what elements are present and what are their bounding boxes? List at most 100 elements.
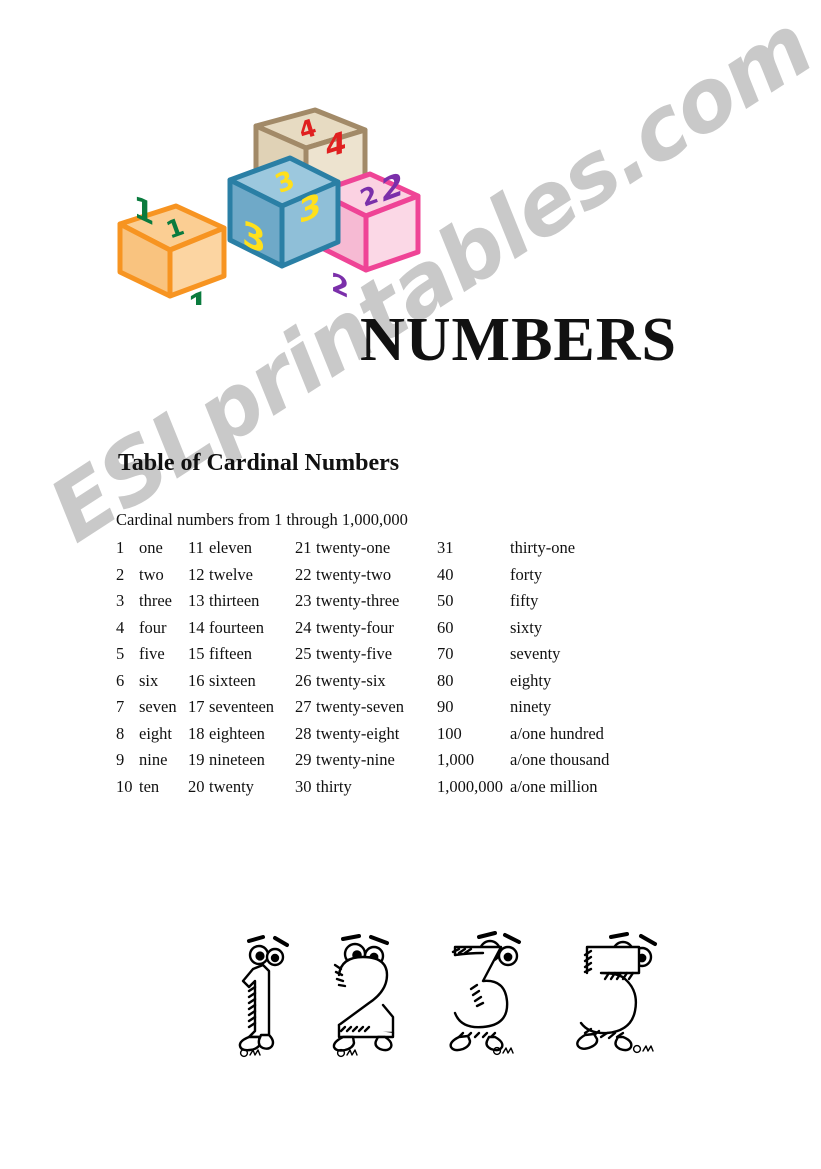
cell-word: nine — [139, 750, 168, 769]
cell-word: seventeen — [209, 697, 275, 716]
table-row: 2 two 12 twelve 22 twenty-two 40 forty — [116, 565, 670, 592]
cell-number: 21 — [295, 538, 312, 557]
cell-number: 14 — [188, 617, 205, 637]
cell-word: twenty — [209, 776, 254, 796]
cardinal-numbers-table-wrap: Cardinal numbers from 1 through 1,000,00… — [116, 510, 670, 803]
cell-number: 5 — [116, 644, 125, 663]
cell-number: 25 — [295, 644, 312, 663]
cell-number: 15 — [188, 644, 205, 663]
cell-number: 28 — [295, 723, 312, 743]
cell-number: 7 — [116, 697, 125, 716]
cell-word: twenty-seven — [316, 697, 404, 716]
table-row: 3 three 13 thirteen 23 twenty-three 50 f… — [116, 591, 670, 618]
cell-number: 1,000 — [437, 750, 475, 769]
cell-number: 50 — [437, 591, 454, 610]
cell-number: 8 — [116, 723, 125, 743]
cell-word: thirteen — [209, 591, 260, 610]
cell-number: 80 — [437, 670, 454, 690]
cell-number: 30 — [295, 776, 312, 796]
cell-word: twenty-four — [316, 617, 394, 637]
cell-word: sixty — [510, 617, 543, 637]
cell-word: twenty-eight — [316, 723, 400, 743]
cell-number: 6 — [116, 670, 125, 690]
cell-word: one — [139, 538, 163, 557]
cell-word: twenty-one — [316, 538, 391, 557]
cell-word: ten — [139, 776, 160, 796]
cell-number: 100 — [437, 723, 462, 743]
cell-number: 10 — [116, 776, 133, 796]
table-row: 8 eight 18 eighteen 28 twenty-eight 100 … — [116, 724, 670, 751]
cell-word: two — [139, 564, 164, 584]
cartoon-number-1-icon — [225, 925, 320, 1060]
cartoon-number-2-icon — [317, 925, 422, 1060]
table-row: 10 ten 20 twenty 30 thirty 1,000,000 a/o… — [116, 777, 670, 804]
cell-number: 19 — [188, 750, 205, 769]
table-row: 5 five 15 fifteen 25 twenty-five 70 seve… — [116, 644, 670, 671]
cartoon-number-3-icon — [433, 925, 538, 1060]
table-intro-line: Cardinal numbers from 1 through 1,000,00… — [116, 510, 408, 529]
cell-word: fourteen — [209, 617, 264, 637]
cell-number: 20 — [188, 776, 205, 796]
cell-word: a/one million — [510, 776, 598, 796]
cell-word: eighty — [510, 670, 552, 690]
cell-word: thirty — [316, 776, 352, 796]
cell-number: 1 — [116, 538, 125, 557]
cartoon-number-figures — [205, 925, 665, 1060]
cell-word: eighteen — [209, 723, 265, 743]
table-row: 4 four 14 fourteen 24 twenty-four 60 six… — [116, 618, 670, 645]
cell-number: 11 — [188, 538, 204, 557]
cell-number: 4 — [116, 617, 125, 637]
cell-word: twenty-five — [316, 644, 393, 663]
cell-number: 31 — [437, 538, 454, 557]
cell-number: 40 — [437, 564, 454, 584]
cell-number: 22 — [295, 564, 312, 584]
cell-word: six — [139, 670, 159, 690]
cell-number: 13 — [188, 591, 205, 610]
table-row: 6 six 16 sixteen 26 twenty-six 80 eighty — [116, 671, 670, 698]
cell-word: three — [139, 591, 172, 610]
cartoon-number-5-icon — [565, 925, 675, 1060]
cell-number: 23 — [295, 591, 312, 610]
cell-word: eleven — [209, 538, 253, 557]
cell-number: 26 — [295, 670, 312, 690]
svg-text:2: 2 — [331, 267, 349, 305]
page-title: NUMBERS — [360, 306, 678, 374]
cell-word: twenty-nine — [316, 750, 395, 769]
cell-number: 1,000,000 — [437, 776, 503, 796]
table-row: 9 nine 19 nineteen 29 twenty-nine 1,000 … — [116, 750, 670, 777]
cell-word: a/one hundred — [510, 723, 604, 743]
cell-number: 16 — [188, 670, 205, 690]
cell-word: twenty-six — [316, 670, 386, 690]
cardinal-numbers-table: 1 one 11 eleven 21 twenty-one 31 thirty-… — [116, 538, 670, 803]
cell-word: twenty-three — [316, 591, 400, 610]
table-row: 7 seven 17 seventeen 27 twenty-seven 90 … — [116, 697, 670, 724]
table-row: 1 one 11 eleven 21 twenty-one 31 thirty-… — [116, 538, 670, 565]
cell-number: 90 — [437, 697, 454, 716]
cell-number: 2 — [116, 564, 125, 584]
cell-word: four — [139, 617, 167, 637]
svg-text:4: 4 — [326, 125, 347, 166]
cell-number: 60 — [437, 617, 454, 637]
cell-number: 3 — [116, 591, 125, 610]
cell-number: 17 — [188, 697, 205, 716]
cell-word: ninety — [510, 697, 552, 716]
worksheet-page: 4 4 4 2 2 2 3 3 3 — [0, 0, 821, 1169]
cell-number: 18 — [188, 723, 205, 743]
section-heading: Table of Cardinal Numbers — [118, 450, 400, 476]
cell-word: thirty-one — [510, 538, 576, 557]
cell-word: seven — [139, 697, 177, 716]
cell-number: 9 — [116, 750, 125, 769]
cell-number: 29 — [295, 750, 312, 769]
cell-word: fifteen — [209, 644, 253, 663]
cell-word: five — [139, 644, 165, 663]
cell-word: forty — [510, 564, 543, 584]
cell-word: twenty-two — [316, 564, 392, 584]
cell-word: fifty — [510, 591, 539, 610]
cell-word: seventy — [510, 644, 561, 663]
table-body: 1 one 11 eleven 21 twenty-one 31 thirty-… — [116, 538, 670, 803]
block-1: 1 1 1 — [117, 189, 227, 305]
cell-word: sixteen — [209, 670, 256, 690]
cell-word: nineteen — [209, 750, 265, 769]
cell-number: 12 — [188, 564, 205, 584]
toy-blocks-illustration: 4 4 4 2 2 2 3 3 3 — [110, 100, 440, 305]
